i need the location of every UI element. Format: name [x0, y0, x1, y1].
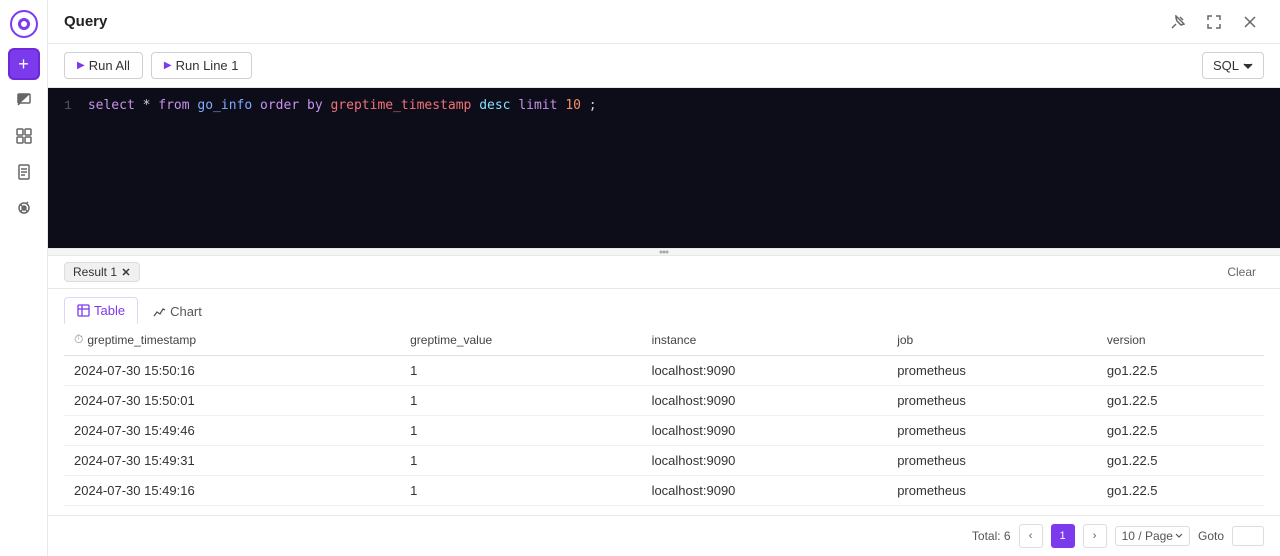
cell-greptime_value: 1	[400, 386, 641, 416]
chevron-down-icon	[1243, 61, 1253, 71]
code-editor[interactable]: 1 select * from go_info order by greptim…	[48, 88, 1280, 248]
cell-job: prometheus	[887, 506, 1097, 516]
toolbar-left: ▶ Run All ▶ Run Line 1	[64, 52, 252, 79]
tab-chart[interactable]: Chart	[140, 297, 215, 324]
cell-greptime_timestamp: 2024-07-30 15:49:16	[64, 476, 400, 506]
goto-input[interactable]	[1232, 526, 1264, 546]
cell-greptime_value: 1	[400, 506, 641, 516]
header: Query	[48, 0, 1280, 44]
result-1-tab[interactable]: Result 1	[64, 262, 140, 282]
cell-version: go1.22.5	[1097, 506, 1264, 516]
cell-greptime_value: 1	[400, 446, 641, 476]
cell-version: go1.22.5	[1097, 446, 1264, 476]
table-row: 2024-07-30 15:49:311localhost:9090promet…	[64, 446, 1264, 476]
sidebar-item-grid[interactable]	[8, 120, 40, 152]
chart-icon	[153, 305, 166, 318]
col-header-version: version	[1097, 324, 1264, 356]
cell-greptime_timestamp: 2024-07-30 15:49:01	[64, 506, 400, 516]
per-page-selector[interactable]: 10 / Page	[1115, 526, 1190, 546]
cell-version: go1.22.5	[1097, 386, 1264, 416]
cell-greptime_timestamp: 2024-07-30 15:49:46	[64, 416, 400, 446]
col-header-instance: instance	[642, 324, 888, 356]
cell-job: prometheus	[887, 416, 1097, 446]
cell-instance: localhost:9090	[642, 506, 888, 516]
main-content: Query ▶ Run	[48, 0, 1280, 556]
cell-job: prometheus	[887, 356, 1097, 386]
data-table: ⏱ greptime_timestamp greptime_value inst…	[64, 324, 1264, 515]
run-all-button[interactable]: ▶ Run All	[64, 52, 143, 79]
toolbar: ▶ Run All ▶ Run Line 1 SQL	[48, 44, 1280, 88]
prev-page-button[interactable]: ‹	[1019, 524, 1043, 548]
table-row: 2024-07-30 15:49:011localhost:9090promet…	[64, 506, 1264, 516]
cell-version: go1.22.5	[1097, 416, 1264, 446]
table-body: 2024-07-30 15:50:161localhost:9090promet…	[64, 356, 1264, 516]
close-result-icon[interactable]	[121, 267, 131, 277]
table-header-row: ⏱ greptime_timestamp greptime_value inst…	[64, 324, 1264, 356]
cell-instance: localhost:9090	[642, 416, 888, 446]
sidebar-item-ai[interactable]	[8, 192, 40, 224]
header-actions	[1164, 8, 1264, 36]
drag-handle[interactable]	[48, 248, 1280, 256]
current-page[interactable]: 1	[1051, 524, 1075, 548]
code-content[interactable]: select * from go_info order by greptime_…	[88, 98, 597, 113]
cell-greptime_value: 1	[400, 356, 641, 386]
table-row: 2024-07-30 15:49:161localhost:9090promet…	[64, 476, 1264, 506]
clear-button[interactable]: Clear	[1219, 263, 1264, 281]
drag-dots-icon	[654, 248, 674, 256]
cell-greptime_timestamp: 2024-07-30 15:49:31	[64, 446, 400, 476]
cell-instance: localhost:9090	[642, 386, 888, 416]
cell-instance: localhost:9090	[642, 356, 888, 386]
results-area: Result 1 Clear Table	[48, 256, 1280, 556]
app-logo[interactable]	[8, 8, 40, 40]
col-header-timestamp: ⏱ greptime_timestamp	[64, 324, 400, 356]
close-button[interactable]	[1236, 8, 1264, 36]
result-tabs-bar: Result 1 Clear	[48, 256, 1280, 289]
run-line-button[interactable]: ▶ Run Line 1	[151, 52, 252, 79]
table-row: 2024-07-30 15:49:461localhost:9090promet…	[64, 416, 1264, 446]
cell-job: prometheus	[887, 476, 1097, 506]
cell-version: go1.22.5	[1097, 476, 1264, 506]
cell-job: prometheus	[887, 446, 1097, 476]
sidebar-item-docs[interactable]	[8, 156, 40, 188]
table-row: 2024-07-30 15:50:011localhost:9090promet…	[64, 386, 1264, 416]
cell-instance: localhost:9090	[642, 446, 888, 476]
next-page-button[interactable]: ›	[1083, 524, 1107, 548]
page-title: Query	[64, 13, 107, 30]
cell-instance: localhost:9090	[642, 476, 888, 506]
cell-version: go1.22.5	[1097, 356, 1264, 386]
play-all-icon: ▶	[77, 60, 85, 71]
cell-greptime_value: 1	[400, 476, 641, 506]
table-icon	[77, 304, 90, 317]
expand-button[interactable]	[1200, 8, 1228, 36]
col-header-job: job	[887, 324, 1097, 356]
cell-greptime_timestamp: 2024-07-30 15:50:16	[64, 356, 400, 386]
sidebar-item-messages[interactable]	[8, 84, 40, 116]
data-table-wrapper[interactable]: ⏱ greptime_timestamp greptime_value inst…	[48, 324, 1280, 515]
col-header-value: greptime_value	[400, 324, 641, 356]
clock-icon: ⏱	[74, 332, 83, 347]
play-line-icon: ▶	[164, 60, 172, 71]
cell-greptime_timestamp: 2024-07-30 15:50:01	[64, 386, 400, 416]
tab-table[interactable]: Table	[64, 297, 138, 324]
sidebar: +	[0, 0, 48, 556]
pagination: Total: 6 ‹ 1 › 10 / Page Goto	[48, 515, 1280, 556]
line-number: 1	[64, 98, 72, 113]
cell-job: prometheus	[887, 386, 1097, 416]
table-row: 2024-07-30 15:50:161localhost:9090promet…	[64, 356, 1264, 386]
view-tabs: Table Chart	[48, 289, 1280, 324]
total-count: Total: 6	[972, 529, 1011, 543]
cell-greptime_value: 1	[400, 416, 641, 446]
per-page-chevron-icon	[1175, 532, 1183, 540]
goto-label: Goto	[1198, 529, 1224, 543]
pin-button[interactable]	[1164, 8, 1192, 36]
sidebar-item-add[interactable]: +	[8, 48, 40, 80]
sql-language-selector[interactable]: SQL	[1202, 52, 1264, 79]
